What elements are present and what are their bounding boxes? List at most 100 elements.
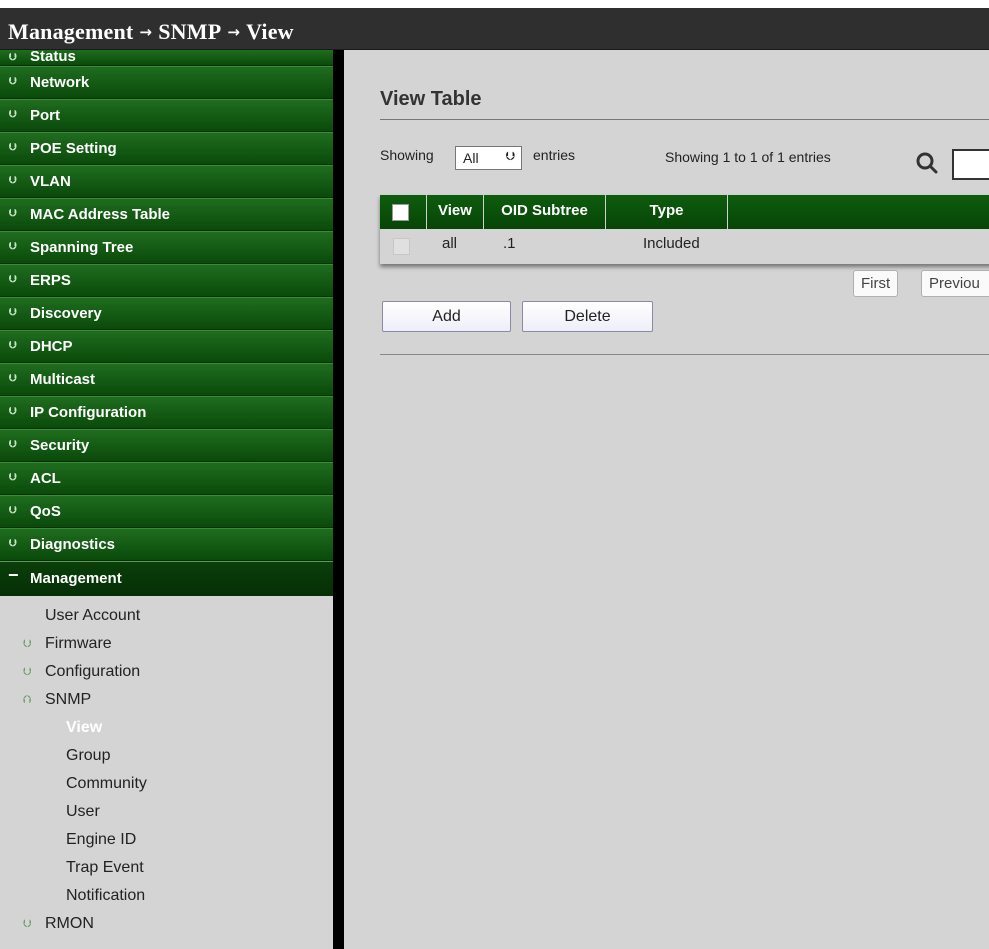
table-row[interactable]: all .1 Included: [380, 229, 989, 264]
previous-page-button[interactable]: Previou: [921, 270, 989, 297]
title-divider: [380, 119, 989, 120]
sidebar-item-label: IP Configuration: [30, 404, 147, 421]
double-chevron-down-icon: ⮋: [9, 307, 17, 318]
submenu-firmware[interactable]: ⮋ Firmware: [0, 630, 333, 658]
sidebar-item-poe-setting[interactable]: ⮋ POE Setting: [0, 132, 333, 165]
sidebar-item-label: QoS: [30, 503, 61, 520]
title-bar: Management → SNMP → View: [0, 8, 989, 50]
submenu-label: User Account: [45, 607, 141, 624]
sidebar-item-label: DHCP: [30, 338, 73, 355]
sidebar-item-diagnostics[interactable]: ⮋ Diagnostics: [0, 528, 333, 561]
sidebar-item-management[interactable]: − Management: [0, 561, 333, 596]
cell-oid-subtree: .1: [503, 235, 516, 252]
view-table: View OID Subtree Type all .1 Included: [380, 195, 989, 264]
breadcrumb-arrow-icon: →: [139, 23, 153, 41]
entries-label: entries: [533, 147, 576, 163]
collapse-minus-icon: −: [8, 565, 19, 585]
page-title: View Table: [380, 88, 482, 110]
double-chevron-down-icon: ⮋: [9, 538, 17, 549]
showing-label: Showing: [380, 147, 434, 163]
breadcrumb-view: View: [246, 19, 294, 44]
sidebar-item-label: Multicast: [30, 371, 96, 388]
breadcrumb: Management → SNMP → View: [8, 19, 294, 45]
double-chevron-down-icon: ⮋: [9, 340, 17, 351]
expand-chevron-icon: ⮋: [23, 666, 32, 678]
double-chevron-down-icon: ⮋: [9, 109, 17, 120]
sidebar-divider: [333, 50, 344, 949]
sidebar: ⮋ Status ⮋ Network ⮋ Port ⮋ POE Setting ⮋ VLA…: [0, 50, 333, 949]
snmp-item-trap-event[interactable]: Trap Event: [0, 854, 333, 882]
sidebar-item-label: Management: [30, 570, 122, 587]
submenu-label: Firmware: [45, 635, 112, 652]
cell-type: Included: [643, 235, 700, 252]
sidebar-item-discovery[interactable]: ⮋ Discovery: [0, 297, 333, 330]
double-chevron-down-icon: ⮋: [9, 505, 17, 516]
sidebar-item-erps[interactable]: ⮋ ERPS: [0, 264, 333, 297]
breadcrumb-snmp: SNMP: [158, 19, 222, 44]
double-chevron-down-icon: ⮋: [9, 439, 17, 450]
sidebar-item-network[interactable]: ⮋ Network: [0, 66, 333, 99]
snmp-item-notification[interactable]: Notification: [0, 882, 333, 910]
column-header-oid-subtree[interactable]: OID Subtree: [484, 195, 606, 229]
submenu-user-account[interactable]: User Account: [0, 602, 333, 630]
search-icon[interactable]: [916, 150, 938, 174]
column-header-view[interactable]: View: [427, 195, 484, 229]
sidebar-item-label: ACL: [30, 470, 61, 487]
breadcrumb-arrow-icon: →: [227, 23, 241, 41]
main-content: View Table Showing All ⮋ entries Showing…: [344, 50, 989, 949]
sidebar-item-label: Diagnostics: [30, 536, 116, 553]
management-submenu: User Account ⮋ Firmware ⮋ Configuration ⮉ S…: [0, 596, 333, 938]
sidebar-item-multicast[interactable]: ⮋ Multicast: [0, 363, 333, 396]
snmp-item-group[interactable]: Group: [0, 742, 333, 770]
collapse-chevron-icon: ⮉: [23, 694, 32, 706]
submenu-rmon[interactable]: ⮋ RMON: [0, 910, 333, 938]
row-checkbox[interactable]: [393, 238, 410, 255]
sidebar-item-mac-address-table[interactable]: ⮋ MAC Address Table: [0, 198, 333, 231]
entries-select[interactable]: All ⮋: [455, 146, 522, 170]
first-page-button[interactable]: First: [853, 270, 899, 297]
top-margin: [0, 0, 989, 8]
submenu-label: Configuration: [45, 663, 141, 680]
sidebar-item-label: Status: [30, 50, 76, 65]
snmp-item-view[interactable]: View: [0, 714, 333, 742]
sidebar-item-label: Discovery: [30, 305, 102, 322]
sidebar-item-vlan[interactable]: ⮋ VLAN: [0, 165, 333, 198]
search-input[interactable]: [952, 149, 989, 180]
snmp-item-community[interactable]: Community: [0, 770, 333, 798]
sidebar-item-ip-configuration[interactable]: ⮋ IP Configuration: [0, 396, 333, 429]
sidebar-item-label: Port: [30, 107, 60, 124]
sidebar-item-label: Spanning Tree: [30, 239, 134, 256]
table-header: View OID Subtree Type: [380, 195, 989, 229]
double-chevron-down-icon: ⮋: [9, 208, 17, 219]
select-all-checkbox[interactable]: [392, 204, 409, 221]
double-chevron-down-icon: ⮋: [9, 241, 17, 252]
column-header-type[interactable]: Type: [606, 195, 728, 229]
submenu-label: RMON: [45, 915, 94, 932]
chevron-down-icon: ⮋: [505, 149, 515, 163]
bottom-divider: [380, 354, 989, 355]
breadcrumb-management: Management: [8, 19, 134, 44]
submenu-configuration[interactable]: ⮋ Configuration: [0, 658, 333, 686]
sidebar-item-status[interactable]: ⮋ Status: [0, 50, 333, 66]
sidebar-item-qos[interactable]: ⮋ QoS: [0, 495, 333, 528]
select-all-cell: [380, 195, 427, 229]
delete-button[interactable]: Delete: [522, 301, 653, 332]
entries-select-value: All: [463, 150, 479, 166]
sidebar-item-spanning-tree[interactable]: ⮋ Spanning Tree: [0, 231, 333, 264]
sidebar-item-label: VLAN: [30, 173, 71, 190]
double-chevron-down-icon: ⮋: [9, 76, 17, 87]
sidebar-item-label: MAC Address Table: [30, 206, 171, 223]
sidebar-item-security[interactable]: ⮋ Security: [0, 429, 333, 462]
double-chevron-down-icon: ⮋: [9, 373, 17, 384]
double-chevron-down-icon: ⮋: [9, 175, 17, 186]
sidebar-item-label: ERPS: [30, 272, 71, 289]
sidebar-item-port[interactable]: ⮋ Port: [0, 99, 333, 132]
sidebar-item-label: POE Setting: [30, 140, 117, 157]
submenu-snmp[interactable]: ⮉ SNMP: [0, 686, 333, 714]
double-chevron-down-icon: ⮋: [9, 52, 17, 63]
snmp-item-engine-id[interactable]: Engine ID: [0, 826, 333, 854]
add-button[interactable]: Add: [382, 301, 511, 332]
sidebar-item-dhcp[interactable]: ⮋ DHCP: [0, 330, 333, 363]
sidebar-item-acl[interactable]: ⮋ ACL: [0, 462, 333, 495]
snmp-item-user[interactable]: User: [0, 798, 333, 826]
